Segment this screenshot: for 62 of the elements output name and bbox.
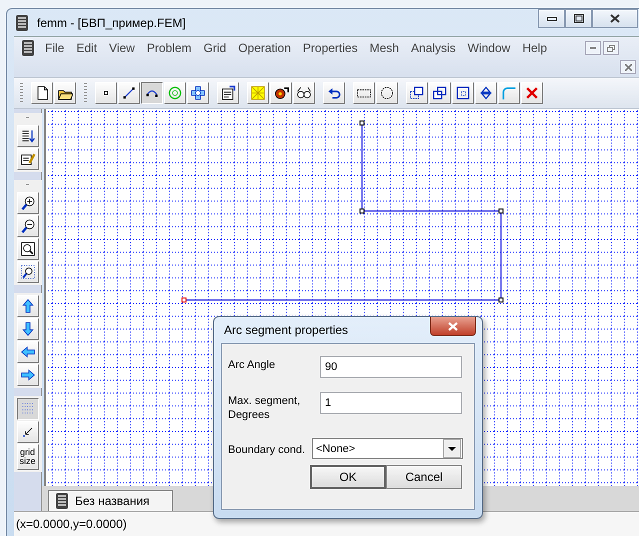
- circle-icon: [167, 85, 183, 101]
- close-button[interactable]: [592, 9, 638, 28]
- minimize-icon: [590, 47, 596, 49]
- left-arrow-icon: [20, 344, 36, 360]
- toolbar-button[interactable]: [141, 82, 163, 104]
- menu-item[interactable]: Properties: [296, 41, 364, 55]
- restore-button[interactable]: [603, 41, 619, 55]
- input-field[interactable]: 90: [320, 356, 462, 378]
- menu-item[interactable]: Help: [516, 41, 553, 55]
- menu-item[interactable]: Operation: [232, 41, 297, 55]
- toolbar-button[interactable]: grid size: [16, 444, 38, 470]
- menu-item[interactable]: Window: [462, 41, 516, 55]
- dialog-button[interactable]: Cancel: [386, 465, 462, 489]
- maximize-button[interactable]: [565, 9, 592, 28]
- list-icon: [20, 128, 36, 144]
- boundary-dropdown[interactable]: <None>: [312, 438, 463, 459]
- restore-icon: [607, 44, 615, 52]
- close-button[interactable]: [430, 317, 476, 336]
- menu-item[interactable]: Analysis: [404, 41, 462, 55]
- zoom-in-icon: [20, 195, 36, 211]
- document-tab[interactable]: Без названия: [48, 490, 173, 511]
- window-title: femm - [БВП_пример.FEM]: [37, 16, 186, 30]
- glasses-icon: [296, 85, 312, 101]
- minimize-button[interactable]: [538, 9, 565, 28]
- menu-item[interactable]: Grid: [198, 41, 232, 55]
- delete-icon: [524, 85, 540, 101]
- zoom-out-icon: [20, 218, 36, 234]
- line-icon: [121, 85, 137, 101]
- mirror-icon: [478, 85, 494, 101]
- menu-item[interactable]: Problem: [140, 41, 198, 55]
- zoom-icon: [20, 264, 36, 280]
- dialog-title: Arc segment properties: [224, 323, 348, 337]
- dropdown-arrow-icon: [448, 446, 456, 450]
- field-label: Max. segment, Degrees: [228, 394, 302, 422]
- close-icon: [448, 322, 458, 330]
- menu-item[interactable]: Edit: [70, 41, 104, 55]
- status-text: (x=0.0000,y=0.0000): [16, 517, 127, 531]
- zoom-icon: [20, 241, 36, 257]
- menu-item[interactable]: View: [103, 41, 141, 55]
- properties-icon: [220, 85, 236, 101]
- right-arrow-icon: [20, 367, 36, 383]
- close-icon: [610, 14, 620, 23]
- input-field[interactable]: 1: [320, 392, 462, 414]
- grid-icon: [250, 85, 266, 101]
- move-icon: [409, 85, 425, 101]
- down-arrow-icon: [20, 321, 36, 337]
- app-logo-icon: [21, 40, 35, 56]
- menu-item[interactable]: File: [39, 41, 70, 55]
- up-arrow-icon: [20, 298, 36, 314]
- dialog-button[interactable]: OK: [310, 465, 386, 489]
- dashed-circle-icon: [379, 85, 395, 101]
- corner-icon: [501, 85, 517, 101]
- field-label: Arc Angle: [228, 358, 276, 372]
- scale-icon: [455, 85, 471, 101]
- app-logo-icon: [55, 493, 69, 509]
- menu-item[interactable]: Mesh: [364, 41, 405, 55]
- pencil-icon: [20, 151, 36, 167]
- minimize-icon: [546, 16, 556, 20]
- maximize-icon: [574, 14, 584, 23]
- close-icon: [624, 64, 632, 70]
- app-logo-icon: [15, 15, 29, 31]
- copy-icon: [432, 85, 448, 101]
